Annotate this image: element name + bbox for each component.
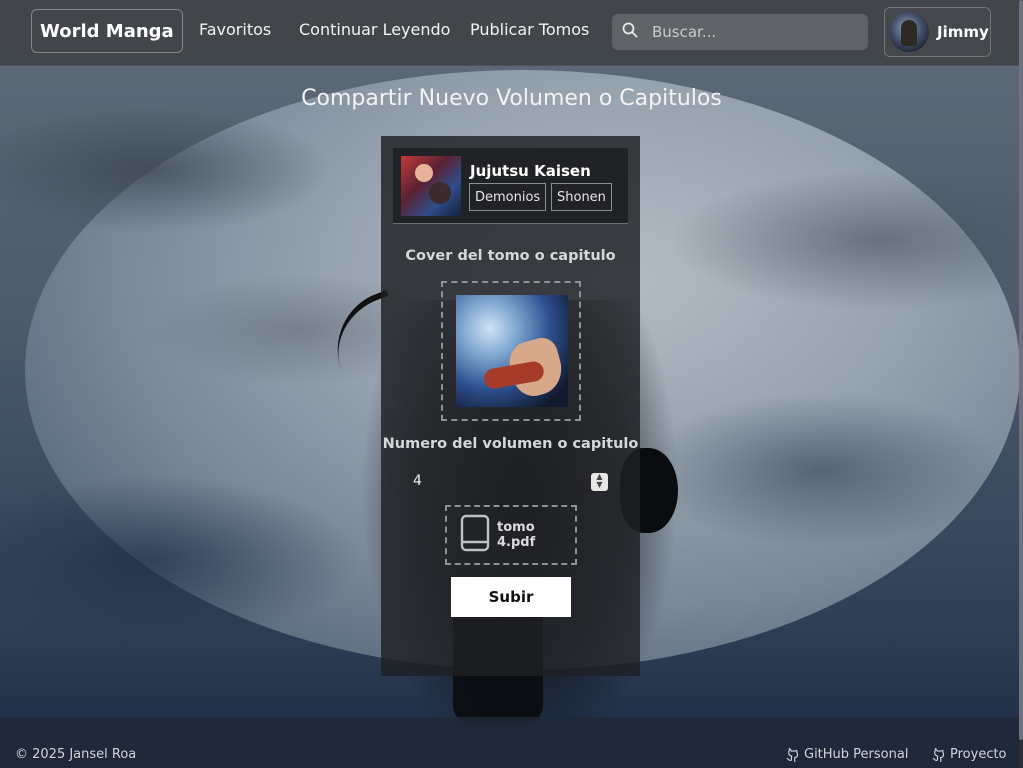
user-menu-button[interactable]: Jimmy bbox=[884, 7, 991, 57]
book-icon bbox=[459, 514, 493, 556]
scrollbar[interactable] bbox=[1019, 0, 1023, 768]
user-name: Jimmy bbox=[937, 23, 989, 41]
github-personal-label: GitHub Personal bbox=[804, 747, 909, 762]
tag-demonios[interactable]: Demonios bbox=[469, 183, 547, 211]
footer: © 2025 Jansel Roa GitHub Personal Proyec… bbox=[0, 717, 1019, 768]
number-label: Numero del volumen o capitulo bbox=[382, 436, 639, 452]
page-title: Compartir Nuevo Volumen o Capitulos bbox=[301, 86, 722, 111]
search-box bbox=[612, 14, 868, 50]
upload-card: Jujutsu Kaisen Demonios Shonen Cover del… bbox=[381, 136, 640, 676]
number-stepper[interactable]: ▲ ▼ bbox=[591, 473, 608, 491]
github-icon bbox=[786, 747, 799, 762]
scrollbar-thumb[interactable] bbox=[1019, 0, 1023, 740]
navbar: World Manga Favoritos Continuar Leyendo … bbox=[0, 0, 1023, 66]
nav-link-favoritos[interactable]: Favoritos bbox=[199, 20, 271, 39]
cover-label: Cover del tomo o capitulo bbox=[405, 248, 616, 264]
file-name: tomo 4.pdf bbox=[497, 520, 536, 550]
tag-shonen[interactable]: Shonen bbox=[551, 183, 612, 211]
submit-button[interactable]: Subir bbox=[451, 577, 571, 617]
avatar bbox=[889, 12, 929, 52]
github-icon bbox=[932, 747, 945, 762]
github-personal-link[interactable]: GitHub Personal bbox=[786, 747, 908, 762]
manga-info: Jujutsu Kaisen Demonios Shonen bbox=[393, 148, 628, 224]
proyecto-link[interactable]: Proyecto bbox=[932, 747, 1007, 762]
search-icon bbox=[622, 22, 638, 42]
manga-title: Jujutsu Kaisen bbox=[470, 162, 591, 180]
brand-link[interactable]: World Manga bbox=[31, 9, 183, 53]
proyecto-label: Proyecto bbox=[950, 747, 1007, 762]
file-dropzone[interactable]: tomo 4.pdf bbox=[445, 505, 577, 565]
nav-link-continuar-leyendo[interactable]: Continuar Leyendo bbox=[299, 20, 450, 39]
search-input[interactable] bbox=[650, 22, 844, 42]
copyright-text: © 2025 Jansel Roa bbox=[15, 747, 137, 762]
manga-cover-image bbox=[401, 156, 461, 216]
cover-dropzone[interactable] bbox=[441, 281, 581, 421]
volume-number-input[interactable] bbox=[403, 467, 609, 495]
cover-preview-image bbox=[456, 295, 568, 407]
nav-link-publicar-tomos[interactable]: Publicar Tomos bbox=[470, 20, 589, 39]
